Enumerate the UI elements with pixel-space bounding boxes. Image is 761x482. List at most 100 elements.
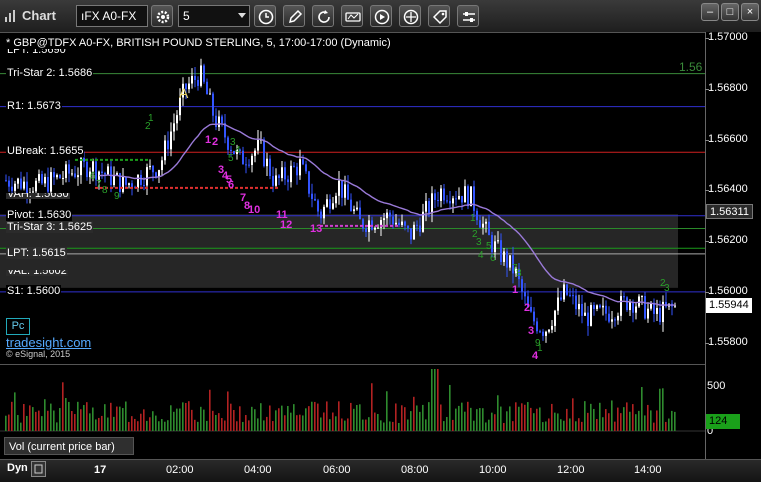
value-area-band xyxy=(0,214,678,288)
volume-bar xyxy=(248,420,250,431)
volume-bar xyxy=(290,412,292,431)
zoom-icon[interactable] xyxy=(31,461,46,477)
candle-body xyxy=(347,184,349,200)
candle-body xyxy=(545,331,547,336)
volume-bar xyxy=(455,408,457,431)
play-button[interactable] xyxy=(370,5,392,27)
candle-body xyxy=(302,159,304,165)
volume-bar xyxy=(35,411,37,431)
volume-bar xyxy=(602,417,604,431)
volume-bar xyxy=(638,410,640,431)
candle-body xyxy=(149,165,151,168)
candle-body xyxy=(152,165,154,173)
tradesight-link[interactable]: tradesight.com xyxy=(6,335,91,350)
level-label-partial-low: VAL: 1.5602 xyxy=(6,270,68,276)
candle-body xyxy=(542,331,544,336)
maximize-button[interactable]: □ xyxy=(721,3,739,21)
refresh-button[interactable] xyxy=(312,5,334,27)
volume-bar xyxy=(308,406,310,431)
volume-bar xyxy=(11,401,13,431)
candle-body xyxy=(11,186,13,191)
volume-bar xyxy=(56,422,58,431)
price-tick-mark xyxy=(705,38,709,40)
level-label-s1: S1: 1.5600 xyxy=(6,284,62,297)
candle-body xyxy=(251,155,253,165)
candle-body xyxy=(482,223,484,228)
volume-bar xyxy=(401,405,403,431)
tag-button[interactable] xyxy=(428,5,450,27)
volume-bar xyxy=(101,415,103,431)
candle-body xyxy=(338,180,340,196)
volume-bar xyxy=(365,419,367,431)
volume-bar xyxy=(293,404,295,431)
toggle-button[interactable] xyxy=(457,5,479,27)
symbol-settings-button[interactable] xyxy=(151,5,173,27)
volume-bar xyxy=(137,421,139,431)
candle-body xyxy=(386,212,388,219)
symbol-input[interactable]: ıFX A0-FX xyxy=(76,5,148,27)
level-label-pivot: Pivot: 1.5630 xyxy=(6,208,73,221)
candle-body xyxy=(500,240,502,262)
candle-body xyxy=(365,228,367,232)
candle-body xyxy=(257,139,259,151)
study-button[interactable] xyxy=(341,5,363,27)
time-tick-label: 04:00 xyxy=(244,464,272,476)
candle-body xyxy=(443,188,445,201)
candle-body xyxy=(71,173,73,175)
volume-bar xyxy=(107,417,109,431)
candle-body xyxy=(437,199,439,201)
candle-body xyxy=(191,76,193,84)
minimize-button[interactable]: – xyxy=(701,3,719,21)
volume-study-label[interactable]: Vol (current price bar) xyxy=(4,437,134,455)
pc-badge[interactable]: Pc xyxy=(6,318,30,335)
volume-bar xyxy=(179,408,181,431)
volume-bar xyxy=(185,402,187,431)
candle-body xyxy=(509,255,511,268)
candle-body xyxy=(362,219,364,229)
candle-body xyxy=(524,291,526,297)
volume-bar xyxy=(491,412,493,431)
volume-bar xyxy=(482,408,484,431)
candle-body xyxy=(254,150,256,156)
volume-bar xyxy=(50,403,52,431)
volume-bar xyxy=(338,401,340,431)
candle-body xyxy=(449,200,451,204)
setup-count-magenta: 10 xyxy=(248,204,260,216)
volume-bar xyxy=(44,399,46,431)
candle-body xyxy=(14,183,16,191)
volume-bar xyxy=(131,416,133,431)
candle-body xyxy=(197,79,199,86)
volume-bar xyxy=(650,410,652,431)
volume-bar xyxy=(119,406,121,431)
volume-bar xyxy=(317,403,319,431)
pane-divider[interactable] xyxy=(0,364,705,365)
volume-bar xyxy=(47,410,49,431)
time-button[interactable] xyxy=(254,5,276,27)
volume-bar xyxy=(212,410,214,431)
candle-body xyxy=(329,199,331,209)
setup-count-magenta: 12 xyxy=(280,219,292,231)
volume-bar xyxy=(20,422,22,431)
close-button[interactable]: × xyxy=(741,3,759,21)
candle-body xyxy=(407,225,409,229)
volume-bar xyxy=(659,388,661,431)
candle-body xyxy=(506,251,508,268)
volume-bar xyxy=(368,417,370,431)
volume-bar xyxy=(380,420,382,431)
candle-body xyxy=(617,315,619,321)
draw-button[interactable] xyxy=(283,5,305,27)
volume-chart[interactable] xyxy=(0,366,705,432)
volume-bar xyxy=(242,421,244,431)
price-tick-label: 1.56800 xyxy=(708,81,748,94)
candle-body xyxy=(554,310,556,326)
price-chart[interactable]: 1 234567810 1112 13123412345678912345678912… xyxy=(0,33,705,363)
link-button[interactable] xyxy=(399,5,421,27)
time-tick-label: 17 xyxy=(94,464,107,476)
level-label-r1: R1: 1.5673 xyxy=(6,99,62,112)
volume-bar xyxy=(575,421,577,431)
title-bar: Chart ıFX A0-FX 5 – □ × xyxy=(0,0,761,33)
dyn-label[interactable]: Dyn xyxy=(4,461,31,476)
volume-bar xyxy=(551,403,553,431)
candle-body xyxy=(344,184,346,198)
volume-bar xyxy=(260,403,262,431)
